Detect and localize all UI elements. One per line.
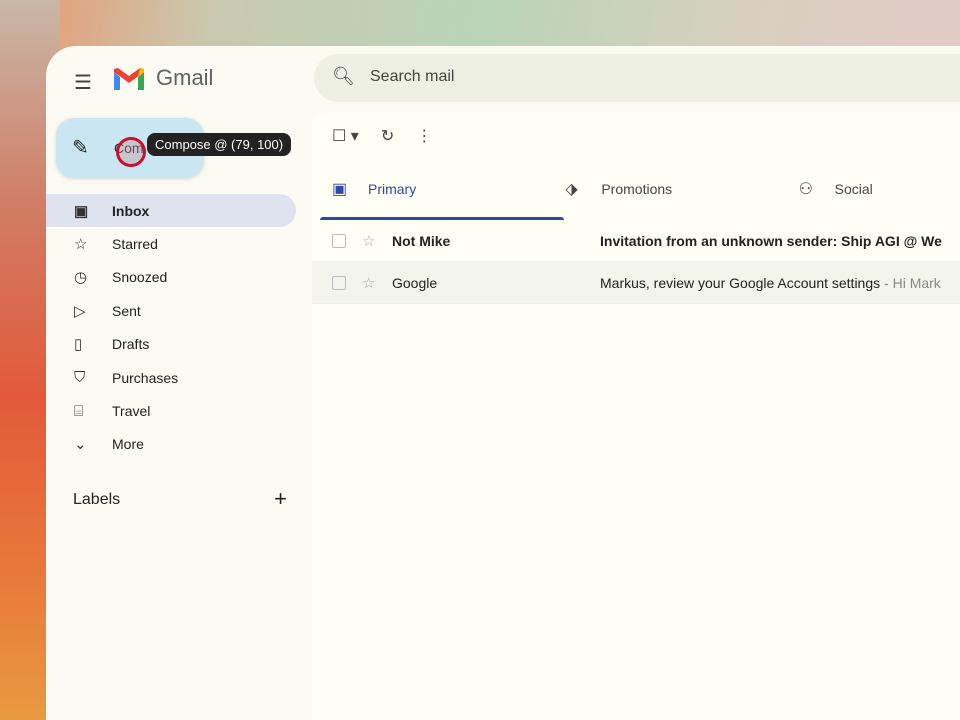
email-sender: Google — [392, 274, 438, 291]
search-input[interactable]: Search mail — [370, 68, 454, 86]
star-icon[interactable]: ☆ — [362, 274, 375, 292]
pencil-icon: ✎ — [72, 137, 89, 159]
category-tabs: ▣ Primary ⬗ Promotions ⚇ Social — [320, 158, 960, 220]
mail-list-panel: ☐ ▾ ↻ ⋮ ▣ Primary ⬗ Promotions ⚇ Social ☆ N… — [312, 112, 960, 720]
search-bar[interactable]: 🔍︎ Search mail — [314, 54, 960, 102]
sidebar-item-drafts[interactable]: ▯ Drafts — [46, 328, 296, 361]
nav-label: More — [112, 436, 144, 453]
clock-icon: ◷ — [74, 269, 88, 287]
email-row[interactable]: ☆ Not Mike Invitation from an unknown se… — [312, 220, 960, 262]
nav-label: Snoozed — [112, 269, 168, 286]
sidebar-item-snoozed[interactable]: ◷ Snoozed — [46, 261, 296, 294]
email-subject: Markus, review your Google Account setti… — [600, 274, 881, 291]
select-all-checkbox[interactable]: ☐ ▾ — [332, 126, 359, 146]
tab-primary[interactable]: ▣ Primary — [320, 158, 565, 220]
add-label-button[interactable]: + — [274, 488, 287, 510]
sidebar-item-sent[interactable]: ▷ Sent — [46, 294, 296, 327]
refresh-icon[interactable]: ↻ — [381, 126, 394, 146]
row-checkbox[interactable] — [332, 275, 346, 290]
draft-icon: ▯ — [74, 336, 83, 354]
email-sender: Not Mike — [392, 232, 451, 249]
email-subject: Invitation from an unknown sender: Ship … — [600, 232, 942, 249]
luggage-icon: ⌸ — [74, 402, 84, 420]
labels-title: Labels — [73, 491, 121, 508]
inbox-icon: ▣ — [332, 181, 348, 198]
inbox-icon: ▣ — [74, 202, 89, 220]
sidebar-item-travel[interactable]: ⌸ Travel — [46, 394, 296, 427]
bag-icon: ⛉ — [74, 369, 86, 387]
labels-section: Labels + — [73, 488, 287, 510]
mail-toolbar: ☐ ▾ ↻ ⋮ — [332, 126, 432, 146]
people-icon: ⚇ — [798, 181, 813, 198]
tab-promotions[interactable]: ⬗ Promotions — [553, 158, 786, 220]
row-checkbox[interactable] — [332, 233, 346, 248]
search-icon[interactable]: 🔍︎ — [332, 66, 355, 87]
email-row[interactable]: ☆ Google Markus, review your Google Acco… — [312, 262, 960, 304]
chevron-down-icon: ⌄ — [74, 436, 87, 454]
tab-label: Primary — [368, 181, 417, 197]
tab-label: Social — [834, 181, 873, 197]
tooltip: Compose @ (79, 100) — [147, 133, 292, 156]
gmail-logo — [114, 68, 144, 90]
click-indicator — [116, 137, 146, 167]
sidebar-item-more[interactable]: ⌄ More — [46, 428, 296, 461]
nav-label: Purchases — [112, 369, 179, 386]
tab-label: Promotions — [601, 181, 673, 197]
sidebar-nav: ▣ Inbox ☆ Starred ◷ Snoozed ▷ Sent ▯ Drafts ⛉… — [46, 194, 296, 461]
nav-label: Sent — [112, 302, 141, 319]
nav-label: Drafts — [112, 336, 150, 353]
star-icon[interactable]: ☆ — [362, 232, 375, 250]
nav-label: Travel — [112, 403, 151, 420]
gmail-window: ☰ Gmail 🔍︎ Search mail ✎ Com Compose @ (… — [46, 46, 960, 720]
more-options-icon[interactable]: ⋮ — [416, 126, 432, 146]
send-icon: ▷ — [74, 302, 86, 320]
app-brand: Gmail — [156, 65, 214, 90]
nav-label: Inbox — [112, 202, 150, 219]
sidebar-item-purchases[interactable]: ⛉ Purchases — [46, 361, 296, 394]
menu-icon[interactable]: ☰ — [74, 70, 92, 95]
tag-icon: ⬗ — [565, 181, 578, 198]
star-icon: ☆ — [74, 236, 88, 254]
email-snippet: - Hi Mark — [880, 274, 941, 291]
sidebar-item-starred[interactable]: ☆ Starred — [46, 227, 296, 260]
sidebar-item-inbox[interactable]: ▣ Inbox — [46, 194, 296, 228]
tab-social[interactable]: ⚇ Social — [787, 158, 960, 220]
nav-label: Starred — [112, 236, 158, 253]
